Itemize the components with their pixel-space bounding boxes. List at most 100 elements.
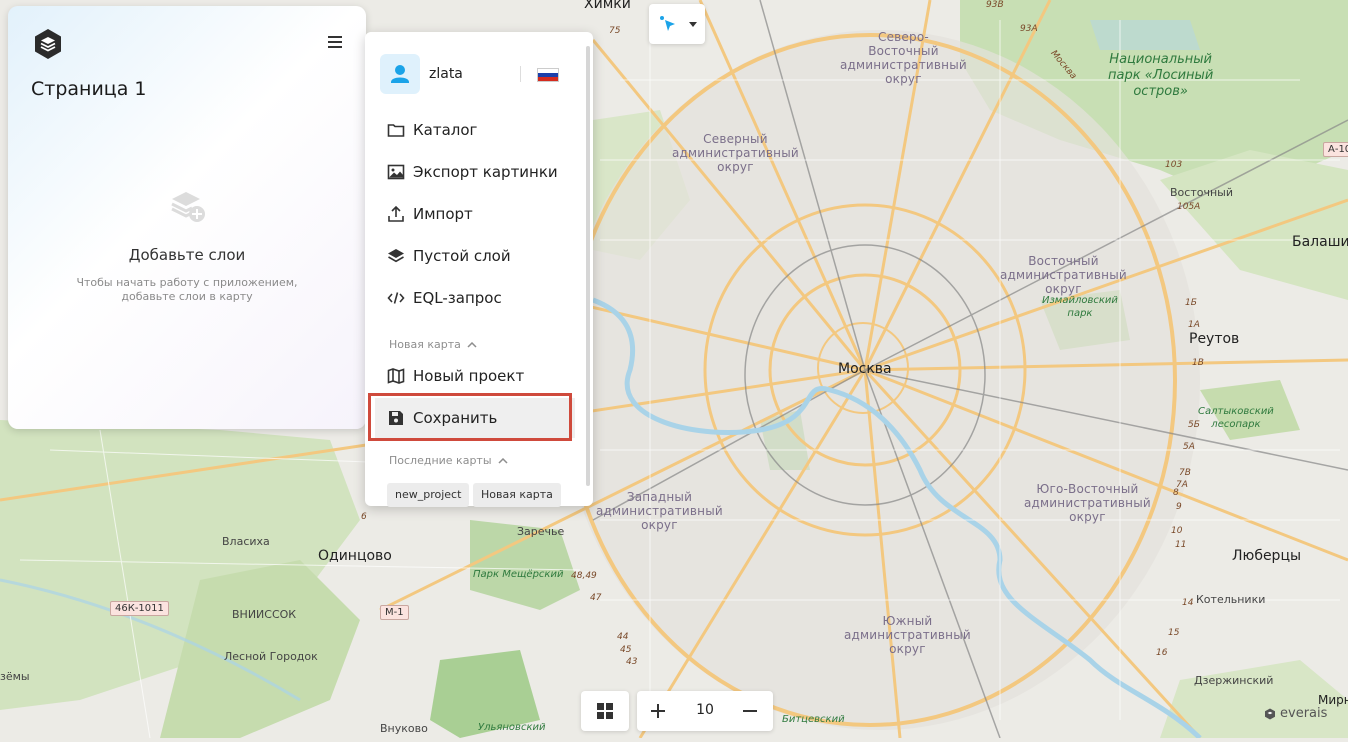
page-title: Страница 1	[31, 78, 147, 100]
chevron-down-icon	[689, 22, 697, 27]
add-layer-icon	[171, 192, 205, 222]
menu-item-label: Пустой слой	[413, 247, 511, 265]
map-label-vniissok: ВНИИССОК	[232, 608, 297, 621]
route-number: 75	[609, 26, 621, 36]
section-recent-maps[interactable]: Последние карты	[389, 454, 508, 467]
empty-subtitle-line: Чтобы начать работу с приложением,	[76, 276, 298, 289]
floppy-disk-icon	[389, 411, 403, 425]
map-label-izmailovsky: Измайловский парк	[1042, 295, 1118, 319]
map-label-okrug-south-east: Юго-Восточный административный округ	[1024, 482, 1151, 524]
map-label-dzerzhinsky: Дзержинский	[1194, 674, 1274, 687]
save-button[interactable]: Сохранить	[375, 398, 575, 438]
menu-item-label: Сохранить	[413, 409, 498, 427]
map-label-vlasikha: Власиха	[222, 535, 270, 548]
russian-flag-icon[interactable]	[537, 68, 559, 82]
menu-item-new-project[interactable]: Новый проект	[375, 356, 575, 396]
menu-item-export-image[interactable]: Экспорт картинки	[375, 152, 575, 192]
map-label-zemy: зёмы	[0, 670, 30, 683]
map-label-khimki: Химки	[584, 0, 631, 12]
map-label-mir: Мирн	[1318, 693, 1348, 707]
upload-icon	[388, 205, 404, 222]
selection-tool-dropdown[interactable]	[649, 4, 705, 44]
route-number: 6	[361, 512, 367, 522]
route-number: 9	[1176, 502, 1182, 512]
section-label: Последние карты	[389, 454, 492, 467]
route-number: 8	[1173, 488, 1179, 498]
map-label-okrug-north: Северный административный округ	[672, 132, 799, 174]
map-label-okrug-north-east: Северо- Восточный административный округ	[840, 30, 967, 86]
user-profile-row[interactable]: zlata	[380, 54, 580, 94]
code-icon	[387, 292, 405, 304]
basemap-grid-button[interactable]	[581, 691, 629, 731]
menu-scrollbar[interactable]	[586, 46, 590, 486]
menu-item-eql-query[interactable]: EQL-запрос	[375, 278, 575, 318]
route-number: 5А	[1183, 442, 1195, 452]
map-label-saltykovsky: Салтыковский лесопарк	[1198, 406, 1274, 430]
avatar[interactable]	[380, 54, 420, 94]
route-number: 5Б	[1188, 420, 1200, 430]
zoom-out-minus-icon[interactable]	[741, 702, 759, 720]
map-label-moskva: Москва	[838, 361, 892, 377]
username: zlata	[429, 66, 463, 82]
everais-logo-icon	[1265, 708, 1275, 719]
map-label-park-losiny: Национальный парк «Лосиный остров»	[1108, 52, 1214, 99]
map-label-balashikha: Балаши	[1292, 234, 1348, 250]
menu-item-catalog[interactable]: Каталог	[375, 110, 575, 150]
section-new-map[interactable]: Новая карта	[389, 338, 477, 351]
route-number: 43	[626, 657, 638, 667]
route-number: 45	[620, 645, 632, 655]
cursor-select-icon	[660, 16, 697, 31]
route-number: 105А	[1177, 202, 1201, 212]
recent-map-chip[interactable]: Новая карта	[473, 483, 561, 507]
route-number: 47	[590, 593, 602, 603]
route-number: 1А	[1188, 320, 1200, 330]
route-number: 44	[617, 632, 629, 642]
route-number: 93В	[986, 0, 1004, 10]
menu-item-label: Новый проект	[413, 367, 525, 385]
menu-item-label: EQL-запрос	[413, 289, 502, 307]
menu-item-empty-layer[interactable]: Пустой слой	[375, 236, 575, 276]
user-icon	[391, 65, 409, 83]
route-number: 10	[1171, 526, 1183, 536]
road-shield-m1: М-1	[380, 605, 409, 620]
hamburger-menu-icon[interactable]	[326, 34, 344, 50]
menu-item-label: Каталог	[413, 121, 478, 139]
map-label-okrug-east: Восточный административный округ	[1000, 254, 1127, 296]
recent-map-chip[interactable]: new_project	[387, 483, 470, 507]
empty-state-subtitle: Чтобы начать работу с приложением, добав…	[8, 276, 366, 304]
route-number: 48,49	[571, 571, 597, 581]
user-divider	[520, 66, 521, 82]
empty-state-title: Добавьте слои	[128, 246, 246, 264]
menu-item-import[interactable]: Импорт	[375, 194, 575, 234]
route-number: 103	[1165, 160, 1183, 170]
map-label-vnukovo: Внуково	[380, 722, 428, 735]
route-number: 1В	[1192, 358, 1204, 368]
map-label-vitsevsky: Битцевский	[782, 714, 845, 725]
route-number: 15	[1168, 628, 1180, 638]
empty-subtitle-line: добавьте слои в карту	[121, 290, 253, 303]
road-shield-a10: А-10	[1323, 142, 1348, 157]
map-label-odintsovo: Одинцово	[318, 548, 392, 564]
map-label-okrug-west: Западный административный округ	[596, 490, 723, 532]
zoom-in-plus-icon[interactable]	[649, 702, 667, 720]
map-label-okrug-south: Южный административный округ	[844, 614, 971, 656]
route-number: 1Б	[1185, 298, 1197, 308]
app-logo-icon[interactable]	[32, 28, 64, 60]
brand-name: everais	[1280, 706, 1328, 721]
chevron-up-icon	[498, 457, 508, 464]
map-label-lesnoy-gorodok: Лесной Городок	[224, 650, 318, 663]
grid-icon	[597, 703, 613, 719]
route-number: 14	[1182, 598, 1194, 608]
layers-panel: Страница 1 Добавьте слои Чтобы начать ра…	[8, 6, 366, 429]
section-label: Новая карта	[389, 338, 461, 351]
layers-icon	[388, 249, 404, 263]
route-number: 7В	[1179, 468, 1191, 478]
road-shield-46k: 46К-1011	[110, 601, 169, 616]
route-number: 11	[1175, 540, 1187, 550]
route-number: 93А	[1020, 24, 1038, 34]
map-label-park-meshchersky: Парк Мещёрский	[473, 569, 564, 580]
zoom-control: 10	[637, 691, 773, 731]
map-label-zarechye: Заречье	[517, 525, 565, 538]
menu-item-label: Экспорт картинки	[413, 163, 558, 181]
brand-logo: everais	[1264, 706, 1327, 721]
